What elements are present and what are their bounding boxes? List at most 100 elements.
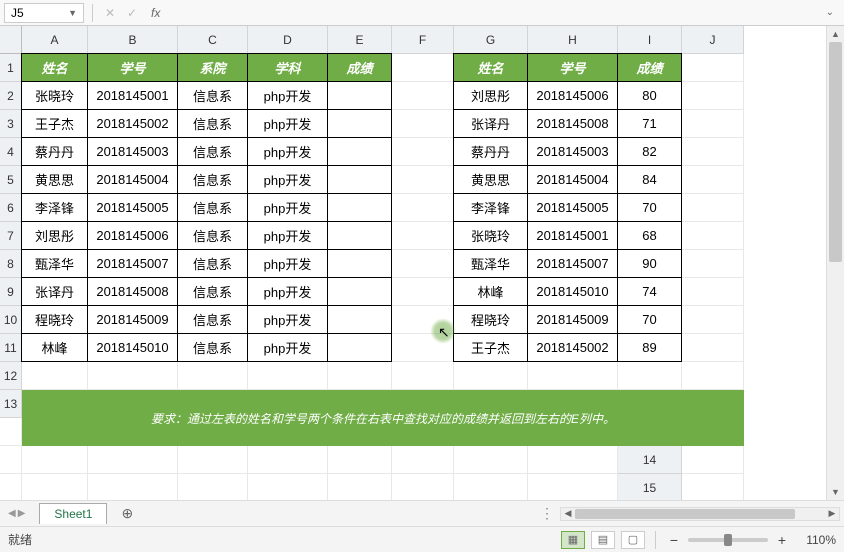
cell-I8[interactable]: 90: [617, 249, 682, 278]
cell-F13[interactable]: [248, 446, 328, 474]
cell-J5[interactable]: [682, 166, 744, 194]
cell-C10[interactable]: 信息系: [177, 305, 248, 334]
cell-J11[interactable]: [682, 334, 744, 362]
cell-G2[interactable]: 刘思彤: [453, 81, 528, 110]
cell-A13[interactable]: [0, 418, 22, 446]
col-head-C[interactable]: C: [178, 26, 248, 54]
tabs-nav[interactable]: ◀ ▶: [0, 508, 33, 519]
cell-G12[interactable]: [454, 362, 528, 390]
cell-E6[interactable]: [327, 193, 392, 222]
row-head-6[interactable]: 6: [0, 194, 22, 222]
cell-F8[interactable]: [392, 250, 454, 278]
cell-H3[interactable]: 2018145008: [527, 109, 618, 138]
cell-D9[interactable]: php开发: [247, 277, 328, 306]
cell-I7[interactable]: 68: [617, 221, 682, 250]
cell-C14[interactable]: [22, 474, 88, 500]
row-head-11[interactable]: 11: [0, 334, 22, 362]
cell-I11[interactable]: 89: [617, 333, 682, 362]
cell-I9[interactable]: 74: [617, 277, 682, 306]
cell-H5[interactable]: 2018145004: [527, 165, 618, 194]
cell-C2[interactable]: 信息系: [177, 81, 248, 110]
cell-F4[interactable]: [392, 138, 454, 166]
cell-I6[interactable]: 70: [617, 193, 682, 222]
cell-E2[interactable]: [327, 81, 392, 110]
cell-D4[interactable]: php开发: [247, 137, 328, 166]
scroll-left-icon[interactable]: ◀: [561, 508, 575, 520]
cell-I10[interactable]: 70: [617, 305, 682, 334]
cell-J6[interactable]: [682, 194, 744, 222]
cell-H4[interactable]: 2018145003: [527, 137, 618, 166]
cell-C8[interactable]: 信息系: [177, 249, 248, 278]
cell-E4[interactable]: [327, 137, 392, 166]
cell-F2[interactable]: [392, 82, 454, 110]
tab-next-icon[interactable]: ▶: [18, 508, 26, 519]
cell-B4[interactable]: 2018145003: [87, 137, 178, 166]
cell-E8[interactable]: [327, 249, 392, 278]
cell-C1[interactable]: 系院: [177, 53, 248, 82]
cell-F14[interactable]: [248, 474, 328, 500]
cell-I1[interactable]: 成绩: [617, 53, 682, 82]
chevron-down-icon[interactable]: ▼: [68, 8, 77, 18]
row-head-2[interactable]: 2: [0, 82, 22, 110]
cell-H13[interactable]: [392, 446, 454, 474]
select-all-corner[interactable]: [0, 26, 22, 54]
cell-F12[interactable]: [392, 362, 454, 390]
cell-D12[interactable]: [248, 362, 328, 390]
scroll-down-icon[interactable]: ▼: [827, 484, 844, 500]
zoom-slider[interactable]: [688, 538, 768, 542]
cell-I13[interactable]: [454, 446, 528, 474]
row-head-4[interactable]: 4: [0, 138, 22, 166]
cell-I12[interactable]: [618, 362, 682, 390]
cell-D6[interactable]: php开发: [247, 193, 328, 222]
row-head-15[interactable]: 15: [618, 474, 682, 500]
col-head-I[interactable]: I: [618, 26, 682, 54]
cell-E10[interactable]: [327, 305, 392, 334]
cell-I2[interactable]: 80: [617, 81, 682, 110]
col-head-J[interactable]: J: [682, 26, 744, 54]
cell-J8[interactable]: [682, 250, 744, 278]
cell-A3[interactable]: 王子杰: [21, 109, 88, 138]
cell-H7[interactable]: 2018145001: [527, 221, 618, 250]
cell-D2[interactable]: php开发: [247, 81, 328, 110]
cell-H11[interactable]: 2018145002: [527, 333, 618, 362]
cell-A9[interactable]: 张译丹: [21, 277, 88, 306]
cell-E3[interactable]: [327, 109, 392, 138]
cell-B12[interactable]: [88, 362, 178, 390]
cell-J1[interactable]: [682, 54, 744, 82]
cell-F9[interactable]: [392, 278, 454, 306]
cell-J4[interactable]: [682, 138, 744, 166]
add-sheet-button[interactable]: ⊕: [121, 505, 133, 522]
col-head-G[interactable]: G: [454, 26, 528, 54]
cell-A2[interactable]: 张晓玲: [21, 81, 88, 110]
formula-input[interactable]: [170, 3, 815, 23]
cell-G8[interactable]: 甄泽华: [453, 249, 528, 278]
row-head-10[interactable]: 10: [0, 306, 22, 334]
cell-H1[interactable]: 学号: [527, 53, 618, 82]
cell-B11[interactable]: 2018145010: [87, 333, 178, 362]
expand-formula-icon[interactable]: ⌄: [820, 7, 840, 18]
cell-A14[interactable]: [682, 446, 744, 474]
cell-G7[interactable]: 张晓玲: [453, 221, 528, 250]
cell-H12[interactable]: [528, 362, 618, 390]
col-head-E[interactable]: E: [328, 26, 392, 54]
cell-B2[interactable]: 2018145001: [87, 81, 178, 110]
cell-B10[interactable]: 2018145009: [87, 305, 178, 334]
cell-B8[interactable]: 2018145007: [87, 249, 178, 278]
cell-G9[interactable]: 林峰: [453, 277, 528, 306]
cell-I5[interactable]: 84: [617, 165, 682, 194]
cell-A4[interactable]: 蔡丹丹: [21, 137, 88, 166]
name-box[interactable]: J5 ▼: [4, 3, 84, 23]
cell-C6[interactable]: 信息系: [177, 193, 248, 222]
row-head-9[interactable]: 9: [0, 278, 22, 306]
cell-A15[interactable]: [682, 474, 744, 500]
cell-I3[interactable]: 71: [617, 109, 682, 138]
cell-I14[interactable]: [454, 474, 528, 500]
scroll-right-icon[interactable]: ▶: [825, 508, 839, 520]
cell-A12[interactable]: [22, 362, 88, 390]
cell-C9[interactable]: 信息系: [177, 277, 248, 306]
cell-B6[interactable]: 2018145005: [87, 193, 178, 222]
row-head-8[interactable]: 8: [0, 250, 22, 278]
cell-H2[interactable]: 2018145006: [527, 81, 618, 110]
cell-G3[interactable]: 张译丹: [453, 109, 528, 138]
cell-B1[interactable]: 学号: [87, 53, 178, 82]
